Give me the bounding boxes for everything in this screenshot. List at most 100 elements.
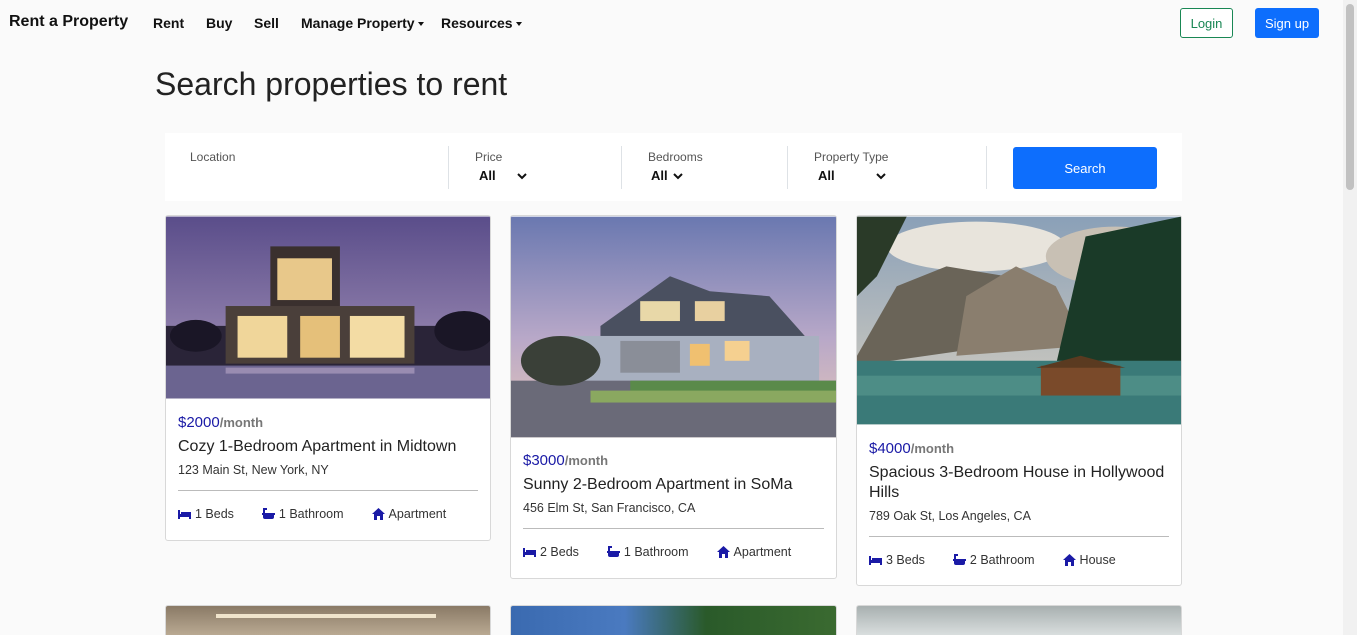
beds-text: 2 Beds — [540, 545, 579, 559]
listing-card[interactable]: $4000/month Spacious 3-Bedroom House in … — [856, 215, 1182, 586]
bedrooms-select[interactable]: Bedrooms All — [648, 133, 788, 201]
listing-address: 789 Oak St, Los Angeles, CA — [869, 509, 1031, 523]
price-select[interactable]: Price All — [475, 133, 625, 201]
price-value-text: All — [479, 168, 496, 183]
search-bar: Location Price All Bedrooms All Property… — [165, 133, 1182, 201]
navbar: Rent a Property Rent Buy Sell Manage Pro… — [0, 0, 1343, 46]
price-amount: $4000 — [869, 440, 911, 457]
bath-icon — [261, 508, 275, 519]
caret-down-icon — [515, 22, 522, 27]
home-icon — [371, 508, 385, 520]
chevron-down-icon — [875, 172, 886, 179]
divider — [448, 146, 449, 189]
listing-address: 456 Elm St, San Francisco, CA — [523, 501, 696, 515]
brand-logo[interactable]: Rent a Property — [9, 13, 128, 31]
card-divider — [178, 490, 478, 491]
listing-card[interactable]: $3000/month Sunny 2-Bedroom Apartment in… — [510, 215, 837, 579]
bed-icon — [869, 556, 882, 565]
property-type-value: All — [818, 168, 887, 183]
nav-resources[interactable]: Resources — [441, 15, 522, 31]
listing-features: 1 Beds 1 Bathroom Apartment — [178, 507, 478, 521]
price-value: All — [479, 168, 528, 183]
listing-title[interactable]: Spacious 3-Bedroom House in Hollywood Hi… — [869, 463, 1169, 503]
baths-feature: 1 Bathroom — [261, 507, 344, 521]
nav-buy[interactable]: Buy — [206, 15, 232, 31]
type-text: Apartment — [388, 507, 447, 521]
nav-sell[interactable]: Sell — [254, 15, 279, 31]
price-period: /month — [564, 453, 609, 468]
beds-feature: 3 Beds — [869, 553, 925, 567]
type-text: Apartment — [733, 545, 792, 559]
listing-price: $4000/month — [869, 440, 1169, 457]
type-feature: Apartment — [371, 507, 447, 521]
listing-card[interactable] — [510, 605, 837, 635]
property-image — [511, 606, 836, 635]
scrollbar-thumb[interactable] — [1346, 4, 1354, 190]
price-amount: $2000 — [178, 414, 220, 431]
nav-rent[interactable]: Rent — [153, 15, 184, 31]
listing-card[interactable] — [165, 605, 491, 635]
bedrooms-label: Bedrooms — [648, 150, 703, 164]
chevron-down-icon — [672, 172, 683, 179]
baths-feature: 2 Bathroom — [952, 553, 1035, 567]
divider — [986, 146, 987, 189]
beds-feature: 1 Beds — [178, 507, 234, 521]
chevron-down-icon — [516, 172, 527, 179]
property-type-select[interactable]: Property Type All — [814, 133, 974, 201]
listing-title[interactable]: Sunny 2-Bedroom Apartment in SoMa — [523, 475, 824, 495]
card-divider — [523, 528, 824, 529]
property-image — [511, 216, 836, 438]
signup-button[interactable]: Sign up — [1255, 8, 1319, 38]
baths-feature: 1 Bathroom — [606, 545, 689, 559]
card-divider — [869, 536, 1169, 537]
property-type-value-text: All — [818, 168, 835, 183]
bed-icon — [523, 548, 536, 557]
listing-address: 123 Main St, New York, NY — [178, 463, 329, 477]
property-image — [166, 216, 490, 399]
page-title: Search properties to rent — [155, 66, 508, 102]
bed-icon — [178, 510, 191, 519]
type-feature: House — [1062, 553, 1116, 567]
baths-text: 2 Bathroom — [969, 553, 1035, 567]
price-label: Price — [475, 150, 503, 164]
listing-card[interactable]: $2000/month Cozy 1-Bedroom Apartment in … — [165, 215, 491, 541]
type-feature: Apartment — [716, 545, 792, 559]
property-image — [216, 614, 436, 618]
nav-manage-property[interactable]: Manage Property — [301, 15, 424, 31]
home-icon — [1062, 554, 1076, 566]
bath-icon — [952, 554, 966, 565]
price-amount: $3000 — [523, 452, 565, 469]
card-body: $4000/month Spacious 3-Bedroom House in … — [869, 440, 1169, 567]
price-period: /month — [910, 441, 955, 456]
listing-features: 3 Beds 2 Bathroom House — [869, 553, 1169, 567]
type-text: House — [1079, 553, 1116, 567]
bedrooms-value-text: All — [651, 168, 668, 183]
login-button[interactable]: Login — [1180, 8, 1233, 38]
nav-resources-label: Resources — [441, 15, 513, 31]
baths-text: 1 Bathroom — [278, 507, 344, 521]
caret-down-icon — [417, 22, 424, 27]
listing-price: $2000/month — [178, 414, 478, 431]
card-body: $3000/month Sunny 2-Bedroom Apartment in… — [523, 452, 824, 559]
property-image — [857, 606, 1181, 635]
property-image — [857, 216, 1181, 425]
listing-title[interactable]: Cozy 1-Bedroom Apartment in Midtown — [178, 437, 478, 457]
baths-text: 1 Bathroom — [623, 545, 689, 559]
listing-card[interactable] — [856, 605, 1182, 635]
page-scrollbar[interactable] — [1343, 0, 1357, 635]
divider — [787, 146, 788, 189]
beds-feature: 2 Beds — [523, 545, 579, 559]
beds-text: 3 Beds — [886, 553, 925, 567]
location-label: Location — [190, 150, 236, 164]
price-period: /month — [219, 415, 264, 430]
search-button[interactable]: Search — [1013, 147, 1157, 189]
property-type-label: Property Type — [814, 150, 889, 164]
listing-price: $3000/month — [523, 452, 824, 469]
card-body: $2000/month Cozy 1-Bedroom Apartment in … — [178, 414, 478, 521]
bedrooms-value: All — [651, 168, 684, 183]
listing-features: 2 Beds 1 Bathroom Apartment — [523, 545, 824, 559]
bath-icon — [606, 546, 620, 557]
location-field[interactable]: Location — [190, 133, 445, 201]
home-icon — [716, 546, 730, 558]
beds-text: 1 Beds — [195, 507, 234, 521]
